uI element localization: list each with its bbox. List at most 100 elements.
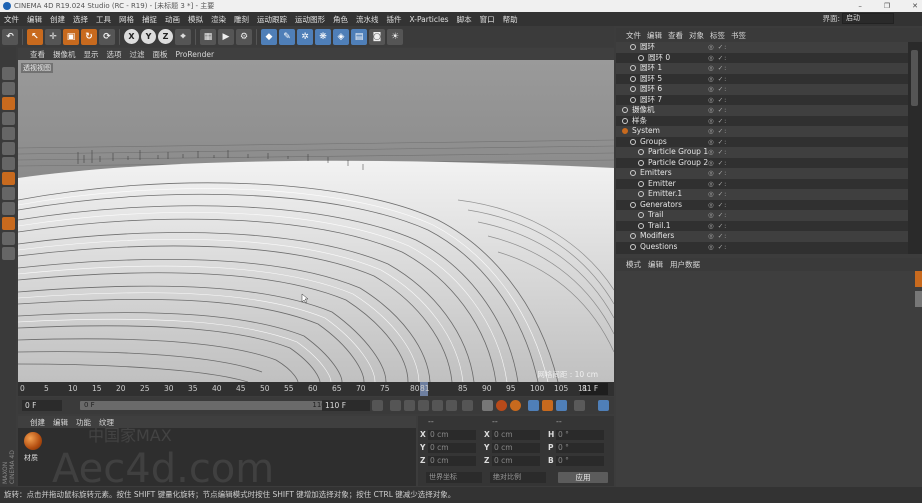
deformer-icon[interactable]: ◈ xyxy=(333,28,349,45)
prev-frame-icon[interactable] xyxy=(404,400,415,411)
preview-range-slider[interactable]: 0 F 110 F xyxy=(80,401,336,410)
menu-item[interactable]: 捕捉 xyxy=(138,14,161,25)
visibility-flags-icon[interactable]: ◎ ✓: xyxy=(708,231,727,242)
object-name[interactable]: Emitter.1 xyxy=(648,189,682,200)
menu-item[interactable]: 渲染 xyxy=(207,14,230,25)
camera-icon[interactable]: ◙ xyxy=(369,28,385,45)
scale-key-icon[interactable] xyxy=(542,400,553,411)
move-icon[interactable]: ✛ xyxy=(45,28,61,45)
menu-item[interactable]: 工具 xyxy=(92,14,115,25)
object-manager-menu-item[interactable]: 标签 xyxy=(710,30,725,41)
menu-item[interactable]: 创建 xyxy=(46,14,69,25)
loop-icon[interactable] xyxy=(462,400,473,411)
minimize-button[interactable]: – xyxy=(858,0,862,12)
menu-item[interactable]: 角色 xyxy=(329,14,352,25)
autokey-icon[interactable] xyxy=(496,400,507,411)
visibility-flags-icon[interactable]: ◎ ✓: xyxy=(708,200,727,211)
object-manager-menu-item[interactable]: 书签 xyxy=(731,30,746,41)
object-name[interactable]: Trail xyxy=(648,210,663,221)
object-name[interactable]: Generators xyxy=(640,200,682,211)
coord-system-icon[interactable]: ⌖ xyxy=(175,28,191,45)
attribute-manager[interactable] xyxy=(616,271,922,487)
prev-key-icon[interactable] xyxy=(390,400,401,411)
close-button[interactable]: ✕ xyxy=(912,0,918,12)
material-preview[interactable] xyxy=(24,432,42,450)
subdivision-icon[interactable]: ✲ xyxy=(297,28,313,45)
layout-dropdown[interactable]: 启动 xyxy=(842,13,894,24)
object-name[interactable]: 圆环 1 xyxy=(640,63,662,74)
object-row[interactable]: 样条 ◎ ✓: xyxy=(616,116,908,127)
object-row[interactable]: Particle Group 1 ◎ ✓: xyxy=(616,147,908,158)
menu-item[interactable]: 动画 xyxy=(161,14,184,25)
record-active-icon[interactable] xyxy=(482,400,493,411)
menu-item[interactable]: 运动图形 xyxy=(291,14,329,25)
x-axis-icon[interactable]: X xyxy=(124,29,139,44)
lock-icon[interactable] xyxy=(1,247,15,260)
object-row[interactable]: 圆环 1 ◎ ✓: xyxy=(616,63,908,74)
object-row[interactable]: 圆环 ◎ ✓: xyxy=(616,42,908,53)
object-row[interactable]: 圆环 7 ◎ ✓: xyxy=(616,95,908,106)
material-menu-item[interactable]: 编辑 xyxy=(53,417,68,428)
menu-item[interactable]: 模拟 xyxy=(184,14,207,25)
cube-icon[interactable]: ◆ xyxy=(261,28,277,45)
coord-value-field[interactable]: 0 ° xyxy=(556,456,604,466)
object-row[interactable]: System ◎ ✓: xyxy=(616,126,908,137)
object-name[interactable]: Particle Group 2 xyxy=(648,158,708,169)
visibility-flags-icon[interactable]: ◎ ✓: xyxy=(708,168,727,179)
coord-value-field[interactable]: 0 cm xyxy=(492,430,540,440)
material-menu-item[interactable]: 纹理 xyxy=(99,417,114,428)
visibility-flags-icon[interactable]: ◎ ✓: xyxy=(708,137,727,148)
object-name[interactable]: 圆环 0 xyxy=(648,53,670,64)
visibility-flags-icon[interactable]: ◎ ✓: xyxy=(708,242,727,253)
viewport-menu-item[interactable]: 摄像机 xyxy=(53,49,76,60)
object-name[interactable]: System xyxy=(632,126,660,137)
object-row[interactable]: Trail ◎ ✓: xyxy=(616,210,908,221)
menu-item[interactable]: 插件 xyxy=(383,14,406,25)
apply-button[interactable]: 应用 xyxy=(558,472,608,483)
object-manager-menu-item[interactable]: 对象 xyxy=(689,30,704,41)
object-row[interactable]: 圆环 5 ◎ ✓: xyxy=(616,74,908,85)
menu-item[interactable]: 雕刻 xyxy=(230,14,253,25)
restore-button[interactable]: ❐ xyxy=(884,0,890,12)
viewport-menu-item[interactable]: 查看 xyxy=(30,49,45,60)
object-name[interactable]: Trail.1 xyxy=(648,221,670,232)
render-settings-icon[interactable]: ⚙ xyxy=(236,28,252,45)
visibility-flags-icon[interactable]: ◎ ✓: xyxy=(708,158,727,169)
menu-item[interactable]: 流水线 xyxy=(352,14,383,25)
undo-icon[interactable]: ↶ xyxy=(2,28,18,45)
attribute-manager-menu-item[interactable]: 用户数据 xyxy=(670,259,700,270)
object-name[interactable]: Groups xyxy=(640,137,667,148)
object-name[interactable]: 圆环 6 xyxy=(640,84,662,95)
layers-tab[interactable] xyxy=(915,291,922,307)
coord-value-field[interactable]: 0 ° xyxy=(556,443,604,453)
menu-item[interactable]: 选择 xyxy=(69,14,92,25)
coord-value-field[interactable]: 0 cm xyxy=(492,443,540,453)
material-manager[interactable]: 材质 中国家MAX Aec4d.com xyxy=(18,428,416,486)
render-view-icon[interactable]: ▶ xyxy=(218,28,234,45)
visibility-flags-icon[interactable]: ◎ ✓: xyxy=(708,179,727,190)
coord-value-field[interactable]: 0 cm xyxy=(428,443,476,453)
visibility-flags-icon[interactable]: ◎ ✓: xyxy=(708,53,727,64)
menu-item[interactable]: 窗口 xyxy=(476,14,499,25)
play-icon[interactable] xyxy=(418,400,429,411)
visibility-flags-icon[interactable]: ◎ ✓: xyxy=(708,74,727,85)
object-row[interactable]: Emitter ◎ ✓: xyxy=(616,179,908,190)
menu-item[interactable]: 帮助 xyxy=(499,14,522,25)
edges-mode-icon[interactable] xyxy=(1,127,15,140)
start-frame-field[interactable]: 0 F xyxy=(22,400,62,411)
object-row[interactable]: Modifiers ◎ ✓: xyxy=(616,231,908,242)
object-name[interactable]: 圆环 7 xyxy=(640,95,662,106)
object-name[interactable]: Emitter xyxy=(648,179,676,190)
object-row[interactable]: Groups ◎ ✓: xyxy=(616,137,908,148)
timeline-window-icon[interactable] xyxy=(598,400,609,411)
object-name[interactable]: 样条 xyxy=(632,116,647,127)
texture-mode-icon[interactable] xyxy=(1,82,15,95)
object-row[interactable]: Trail.1 ◎ ✓: xyxy=(616,221,908,232)
material-menu-item[interactable]: 创建 xyxy=(30,417,45,428)
object-row[interactable]: 圆环 0 ◎ ✓: xyxy=(616,53,908,64)
perspective-viewport[interactable]: 透视视图 网格间距 : 10 cm xyxy=(18,60,614,382)
visibility-flags-icon[interactable]: ◎ ✓: xyxy=(708,42,727,53)
coord-value-field[interactable]: 0 cm xyxy=(492,456,540,466)
visibility-flags-icon[interactable]: ◎ ✓: xyxy=(708,221,727,232)
scale-icon[interactable]: ▣ xyxy=(63,28,79,45)
